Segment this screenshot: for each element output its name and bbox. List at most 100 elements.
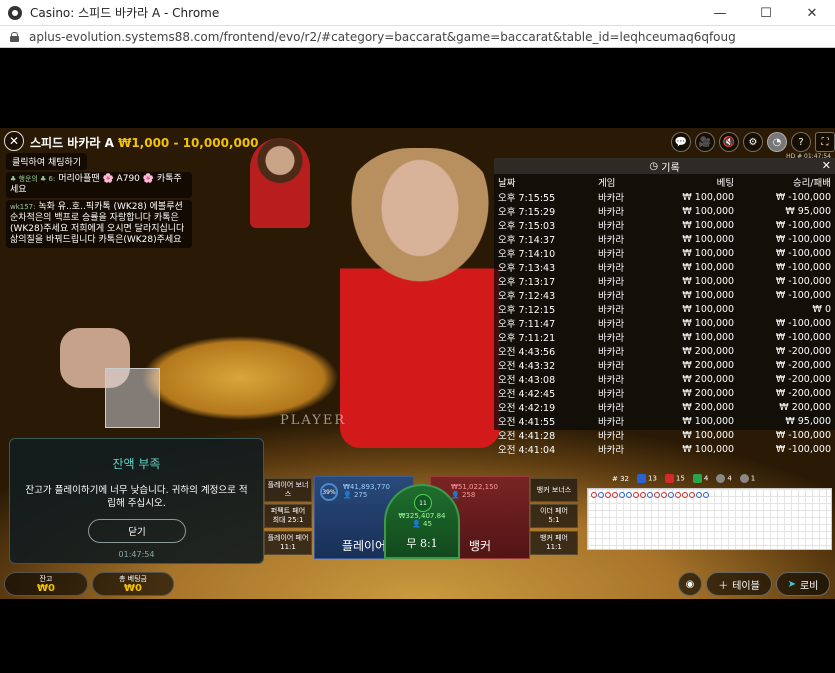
maximize-button[interactable]: ☐ [743, 0, 789, 26]
roadmap-dot [654, 492, 660, 498]
history-row: 오전 4:43:32 바카라 ₩ 200,000 ₩ -200,000 [494, 358, 835, 373]
history-cell: 바카라 [597, 291, 625, 302]
history-cell: ₩ 200,000 [682, 345, 735, 357]
history-cell: 오전 4:43:32 [498, 361, 556, 372]
column-header: 승리/패배 [792, 178, 831, 189]
banker-bonus-bet[interactable]: 뱅커 보너스 [530, 478, 578, 502]
chat-toggle-button[interactable]: 💬 [671, 132, 691, 152]
history-cell: 바카라 [597, 333, 625, 344]
roadmap-scoreboard[interactable] [587, 488, 832, 550]
tie-label: 무 8:1 [406, 537, 438, 550]
history-cell: 바카라 [597, 375, 625, 386]
player-bonus-bet[interactable]: 플레이어 보너스 [264, 478, 312, 502]
history-cell: ₩ 100,000 [682, 303, 735, 315]
dialog-close-button[interactable]: 닫기 [88, 519, 186, 543]
tie-wins: 4 [703, 474, 709, 483]
roadmap-dot [661, 492, 667, 498]
clock-icon: ◷ [649, 160, 662, 172]
address-url[interactable]: aplus-evolution.systems88.com/frontend/e… [29, 30, 736, 44]
roadmap-dot [598, 492, 604, 498]
history-cell: ₩ 100,000 [682, 191, 735, 203]
fullscreen-button[interactable]: ⛶ [815, 132, 835, 152]
either-pair-bet[interactable]: 이더 페어 5:1 [530, 504, 578, 528]
history-cell: 바카라 [597, 431, 625, 442]
history-row: 오후 7:12:43 바카라 ₩ 100,000 ₩ -100,000 [494, 288, 835, 303]
chip-button[interactable]: ◉ [678, 572, 702, 596]
chat-username: ♣ 행운의 ♣ 6: [10, 175, 56, 183]
banker-pair-bet[interactable]: 뱅커 페어 11:1 [530, 531, 578, 555]
address-bar[interactable]: aplus-evolution.systems88.com/frontend/e… [0, 26, 835, 48]
dealer-image [340, 148, 500, 448]
history-cell: ₩ -200,000 [775, 387, 831, 399]
tie-bet-zone[interactable]: 11 ₩325,407.84 👤 45 무 8:1 [384, 484, 460, 559]
history-row: 오전 4:41:28 바카라 ₩ 100,000 ₩ -100,000 [494, 428, 835, 443]
history-row: 오전 4:43:56 바카라 ₩ 200,000 ₩ -200,000 [494, 344, 835, 359]
history-row: 오후 7:15:29 바카라 ₩ 100,000 ₩ 95,000 [494, 204, 835, 219]
history-row: 오후 7:11:21 바카라 ₩ 100,000 ₩ -100,000 [494, 330, 835, 345]
history-cell: 바카라 [597, 417, 625, 428]
player-pair-bet[interactable]: 플레이어 페어 11:1 [264, 531, 312, 555]
history-cell: 오전 4:41:04 [498, 445, 556, 456]
player-pair-wins: 4 [727, 474, 732, 483]
history-cell: ₩ 200,000 [682, 401, 735, 413]
bet-label: 플레이어 페어 [267, 534, 309, 542]
history-cell: 바카라 [597, 445, 625, 456]
chat-panel: 클릭하여 채팅하기 ♣ 행운의 ♣ 6: 머리아플땐 🌸 A790 🌸 카톡주세… [6, 153, 192, 250]
history-cell: ₩ -200,000 [775, 359, 831, 371]
bet-label: 뱅커 페어 [540, 534, 568, 542]
history-row: 오전 4:41:04 바카라 ₩ 100,000 ₩ -100,000 [494, 442, 835, 457]
history-cell: ₩ 100,000 [682, 205, 735, 217]
insufficient-balance-dialog: 잔액 부족 잔고가 플레이하기에 너무 낮습니다. 귀하의 계정으로 적립해 주… [9, 438, 264, 564]
history-cell: 오후 7:15:55 [498, 193, 556, 204]
history-cell: 오전 4:43:56 [498, 347, 556, 358]
banker-wins: 15 [675, 474, 685, 483]
perfect-pair-bet[interactable]: 퍼펙트 페어 최대 25:1 [264, 504, 312, 528]
history-row: 오전 4:42:19 바카라 ₩ 200,000 ₩ 200,000 [494, 400, 835, 415]
history-row: 오후 7:14:10 바카라 ₩ 100,000 ₩ -100,000 [494, 246, 835, 261]
open-chat-button[interactable]: 클릭하여 채팅하기 [6, 153, 88, 170]
history-button[interactable]: ◔ [767, 132, 787, 152]
history-row: 오후 7:14:37 바카라 ₩ 100,000 ₩ -100,000 [494, 232, 835, 247]
dialog-message: 잔고가 플레이하기에 너무 낮습니다. 귀하의 계정으로 적립해 주십시오. [25, 485, 248, 509]
settings-button[interactable]: ⚙ [743, 132, 763, 152]
history-cell: 바카라 [597, 249, 625, 260]
history-cell: 바카라 [597, 319, 625, 330]
sound-button[interactable]: 🔇 [719, 132, 739, 152]
history-cell: 오전 4:42:45 [498, 389, 556, 400]
history-row: 오후 7:13:17 바카라 ₩ 100,000 ₩ -100,000 [494, 274, 835, 289]
lobby-button[interactable]: ➤ 로비 [776, 572, 830, 596]
history-cell: ₩ 100,000 [682, 275, 735, 287]
plus-icon: ＋ [718, 580, 729, 592]
close-window-button[interactable]: ✕ [789, 0, 835, 26]
history-cell: ₩ 95,000 [785, 205, 831, 217]
history-cell: ₩ -200,000 [775, 373, 831, 385]
card-discard-box [105, 368, 160, 428]
history-cell: ₩ -100,000 [775, 247, 831, 259]
help-icon: ? [798, 136, 804, 148]
table-button[interactable]: ＋ 테이블 [706, 572, 772, 596]
history-row: 오전 4:42:45 바카라 ₩ 200,000 ₩ -200,000 [494, 386, 835, 401]
table-limits: ₩1,000 - 10,000,000 [118, 136, 259, 150]
minimize-button[interactable]: — [697, 0, 743, 26]
history-row: 오후 7:15:03 바카라 ₩ 100,000 ₩ -100,000 [494, 218, 835, 233]
table-felt-label: PLAYER [280, 413, 347, 428]
tie-bettor-count: 45 [423, 520, 432, 528]
history-cell: ₩ 200,000 [682, 359, 735, 371]
history-cell: ₩ 100,000 [682, 317, 735, 329]
close-game-button[interactable]: ✕ [4, 131, 24, 151]
history-close-button[interactable]: ✕ [822, 159, 831, 172]
bet-odds: 11:1 [280, 543, 296, 551]
history-cell: 바카라 [597, 221, 625, 232]
close-icon: ✕ [8, 134, 20, 148]
roadmap-dot [633, 492, 639, 498]
balance-value: ₩0 [37, 583, 55, 594]
banker-total-amount: ₩51,022,150 [451, 483, 499, 491]
banker-pair-wins: 1 [750, 474, 756, 483]
video-button[interactable]: 🎥 [695, 132, 715, 152]
history-cell: ₩ 100,000 [682, 429, 735, 441]
roadmap-grid [588, 489, 831, 549]
history-cell: 오후 7:13:17 [498, 277, 556, 288]
help-button[interactable]: ? [791, 132, 811, 152]
column-header: 날짜 [498, 178, 516, 189]
total-bet-value: ₩0 [124, 583, 142, 594]
